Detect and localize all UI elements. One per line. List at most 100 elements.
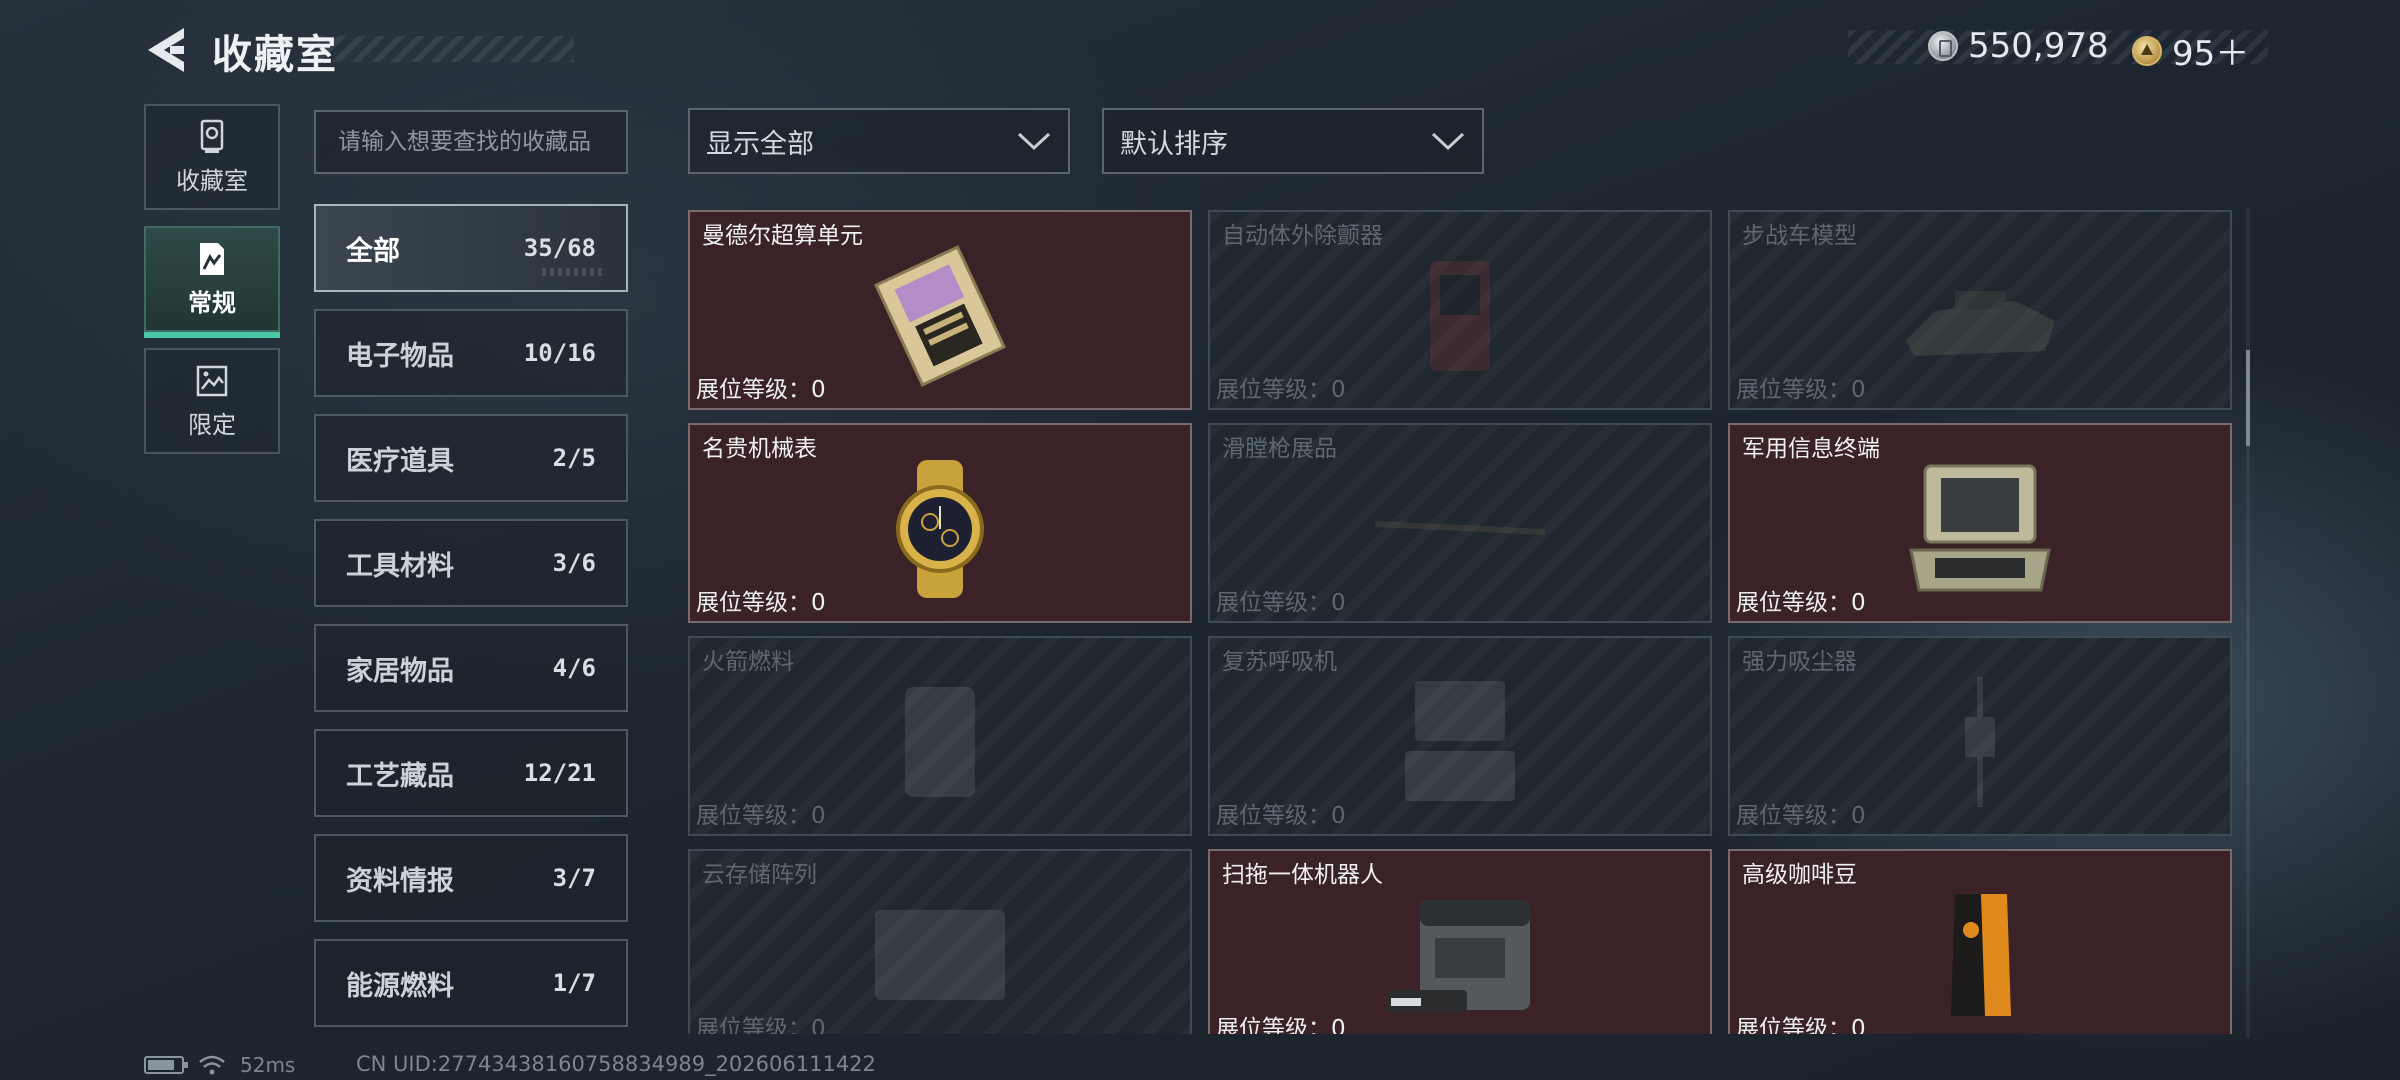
currency-gold[interactable]: 95＋ <box>2132 26 2249 75</box>
item-card[interactable]: 高级咖啡豆 展位等级：0 <box>1728 849 2232 1034</box>
fuel-icon <box>905 687 975 797</box>
side-tab-collection-room[interactable]: 收藏室 <box>144 104 280 210</box>
category-name: 家居物品 <box>346 655 454 687</box>
item-level: 展位等级：0 <box>1216 590 1346 616</box>
item-card[interactable]: 曼德尔超算单元 展位等级：0 <box>688 210 1192 410</box>
item-card[interactable]: 云存储阵列 展位等级：0 <box>688 849 1192 1034</box>
item-level: 展位等级：0 <box>1216 377 1346 403</box>
side-tab-label: 常规 <box>188 288 236 317</box>
category-name: 电子物品 <box>346 340 454 372</box>
item-name: 滑膛枪展品 <box>1222 436 1337 462</box>
category-count: 3/6 <box>552 549 596 577</box>
item-card[interactable]: 火箭燃料 展位等级：0 <box>688 636 1192 836</box>
page-title: 收藏室 <box>212 32 338 78</box>
item-name: 云存储阵列 <box>702 862 817 888</box>
defibrillator-icon <box>1430 261 1490 371</box>
category-name: 工艺藏品 <box>346 760 454 792</box>
category-count: 1/7 <box>552 969 596 997</box>
category-count: 3/7 <box>552 864 596 892</box>
item-level: 展位等级：0 <box>1216 803 1346 829</box>
category-count: 10/16 <box>523 339 596 367</box>
category-crafts[interactable]: 工艺藏品 12/21 <box>314 729 628 817</box>
wifi-icon <box>199 1055 225 1075</box>
side-tab-label: 收藏室 <box>176 166 248 195</box>
robot-vacuum-icon <box>1387 900 1530 1012</box>
category-household[interactable]: 家居物品 4/6 <box>314 624 628 712</box>
category-tools[interactable]: 工具材料 3/6 <box>314 519 628 607</box>
category-all[interactable]: 全部 35/68 <box>314 204 628 292</box>
document-icon <box>200 242 224 275</box>
item-level: 展位等级：0 <box>696 1016 826 1034</box>
status-footer: 52ms <box>144 1053 296 1077</box>
back-arrow-icon <box>148 28 184 72</box>
side-tab-limited[interactable]: 限定 <box>144 348 280 454</box>
category-count: 4/6 <box>552 654 596 682</box>
title-decoration <box>318 36 574 62</box>
side-tab-regular[interactable]: 常规 <box>144 226 280 338</box>
item-name: 火箭燃料 <box>702 649 794 675</box>
side-tab-label: 限定 <box>188 410 236 439</box>
item-card[interactable]: 强力吸尘器 展位等级：0 <box>1728 636 2232 836</box>
storage-array-icon <box>875 910 1005 1000</box>
currency-silver: 550,978 <box>1928 26 2109 66</box>
image-icon <box>196 365 228 396</box>
category-intel[interactable]: 资料情报 3/7 <box>314 834 628 922</box>
vacuum-icon <box>1965 677 1995 807</box>
category-medical[interactable]: 医疗道具 2/5 <box>314 414 628 502</box>
item-level: 展位等级：0 <box>696 590 826 616</box>
grid-scrollbar[interactable] <box>2246 208 2250 1038</box>
collection-grid: 曼德尔超算单元 展位等级：0 自动体外除颤器 展位等级：0 步战车模型 展位等级… <box>688 210 2232 1034</box>
item-level: 展位等级：0 <box>696 803 826 829</box>
item-card[interactable]: 步战车模型 展位等级：0 <box>1728 210 2232 410</box>
chevron-down-icon <box>1017 132 1051 151</box>
display-filter-dropdown[interactable]: 显示全部 <box>688 108 1070 174</box>
item-name: 强力吸尘器 <box>1742 649 1857 675</box>
ping-value: 52ms <box>240 1053 296 1077</box>
vehicle-model-icon <box>1905 291 2055 356</box>
item-card[interactable]: 军用信息终端 展位等级：0 <box>1728 423 2232 623</box>
item-card[interactable]: 复苏呼吸机 展位等级：0 <box>1208 636 1712 836</box>
sort-dropdown[interactable]: 默认排序 <box>1102 108 1484 174</box>
chevron-down-icon <box>1431 132 1465 151</box>
category-name: 资料情报 <box>346 865 454 897</box>
item-name: 曼德尔超算单元 <box>702 223 863 249</box>
category-count: 12/21 <box>523 759 596 787</box>
category-name: 全部 <box>346 235 400 267</box>
item-level: 展位等级：0 <box>1216 1016 1346 1034</box>
battery-icon <box>144 1056 188 1074</box>
search-input[interactable] <box>314 110 628 174</box>
item-level: 展位等级：0 <box>1736 1016 1866 1034</box>
ventilator-icon <box>1405 681 1515 801</box>
item-card[interactable]: 扫拖一体机器人 展位等级：0 <box>1208 849 1712 1034</box>
category-name: 能源燃料 <box>346 970 454 1002</box>
item-level: 展位等级：0 <box>1736 803 1866 829</box>
musket-icon <box>1375 521 1545 535</box>
user-uid: CN UID:27743438160758834989_202606111422 <box>356 1052 876 1076</box>
item-level: 展位等级：0 <box>1736 377 1866 403</box>
item-name: 自动体外除颤器 <box>1222 223 1383 249</box>
back-button[interactable] <box>140 24 188 76</box>
display-filter-value: 显示全部 <box>706 128 814 160</box>
item-level: 展位等级：0 <box>696 377 826 403</box>
coffee-bag-icon <box>1951 894 2011 1016</box>
category-name: 医疗道具 <box>346 445 454 477</box>
category-energy[interactable]: 能源燃料 1/7 <box>314 939 628 1027</box>
gold-coin-icon <box>2132 35 2162 66</box>
watch-icon <box>896 460 984 598</box>
item-level: 展位等级：0 <box>1736 590 1866 616</box>
item-name: 扫拖一体机器人 <box>1222 862 1383 888</box>
category-name: 工具材料 <box>346 550 454 582</box>
category-electronics[interactable]: 电子物品 10/16 <box>314 309 628 397</box>
item-name: 军用信息终端 <box>1742 436 1880 462</box>
category-count: 2/5 <box>552 444 596 472</box>
item-card[interactable]: 名贵机械表 展位等级：0 <box>688 423 1192 623</box>
scrollbar-thumb[interactable] <box>2246 350 2250 446</box>
item-card[interactable]: 自动体外除颤器 展位等级：0 <box>1208 210 1712 410</box>
item-name: 名贵机械表 <box>702 436 817 462</box>
sort-value: 默认排序 <box>1120 128 1228 160</box>
item-card[interactable]: 滑膛枪展品 展位等级：0 <box>1208 423 1712 623</box>
currency-silver-value: 550,978 <box>1968 26 2109 66</box>
item-name: 步战车模型 <box>1742 223 1857 249</box>
item-name: 复苏呼吸机 <box>1222 649 1337 675</box>
terminal-icon <box>1909 464 2051 592</box>
